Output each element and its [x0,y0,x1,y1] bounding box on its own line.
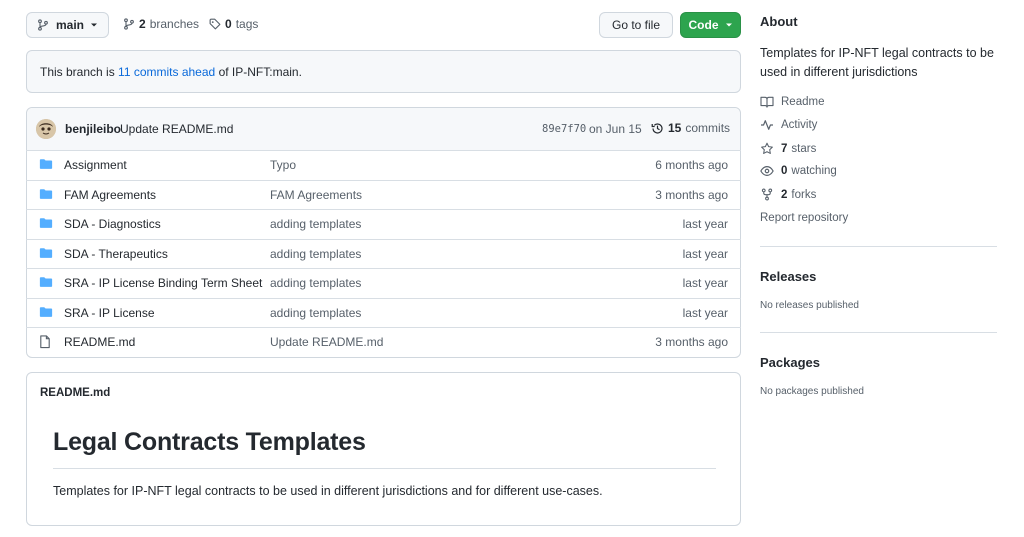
packages-heading[interactable]: Packages [760,355,820,370]
watching-link[interactable]: 0 watching [760,165,837,177]
about-heading: About [760,14,798,29]
commits-history-link[interactable]: 15 commits [651,121,730,135]
forks-link[interactable]: 2 forks [760,188,816,201]
commit-author[interactable]: benjileibo [65,122,121,136]
file-name-link[interactable]: Assignment [64,158,127,172]
file-row[interactable]: SRA - IP License adding templates last yea… [26,297,741,328]
activity-link[interactable]: Activity [760,119,817,131]
file-commit-age: last year [682,305,728,320]
file-icon [39,335,51,349]
report-label: Report repository [760,212,849,224]
commits-ahead-link[interactable]: 11 commits ahead [118,65,215,79]
file-name-link[interactable]: SRA - IP License [64,306,155,320]
commits-count: 15 [668,121,682,135]
releases-heading[interactable]: Releases [760,269,816,284]
commit-message[interactable]: Update README.md [120,122,233,136]
folder-icon [39,276,53,288]
file-commit-age: last year [682,217,728,232]
readme-box: README.md Legal Contracts Templates Temp… [26,372,741,526]
tags-label: tags [235,17,259,31]
sidebar-divider [760,246,997,247]
go-to-file-label: Go to file [611,18,661,32]
history-icon [651,122,664,135]
file-name-link[interactable]: SRA - IP License Binding Term Sheet [64,276,262,290]
file-name-link[interactable]: SDA - Therapeutics [64,247,168,261]
branch-name: main [56,18,85,32]
ahead-suffix: of IP-NFT:main. [218,64,302,79]
sidebar-divider [760,332,997,333]
activity-label: Activity [781,119,818,131]
git-branch-icon [123,18,135,30]
commits-label: commits [685,121,731,135]
readme-body: Templates for IP-NFT legal contracts to … [53,484,603,498]
folder-icon [39,158,53,170]
chevron-down-icon [90,21,98,29]
tags-link[interactable]: 0 tags [209,17,258,31]
avatar[interactable] [36,119,56,139]
fork-icon [760,188,774,201]
stars-label: stars [791,142,817,155]
go-to-file-button[interactable]: Go to file [599,12,673,38]
branches-label: branches [149,17,200,31]
readme-heading: Legal Contracts Templates [53,428,366,456]
file-commit-age: last year [682,276,728,291]
folder-icon [39,247,53,259]
readme-heading-divider [53,468,716,469]
branch-ahead-notice: This branch is 11 commits ahead of IP-NF… [26,50,741,93]
report-repository-link[interactable]: Report repository [760,212,848,224]
releases-note: No releases published [760,300,859,311]
stars-link[interactable]: 7 stars [760,142,816,155]
tags-count: 0 [225,17,232,31]
eye-icon [760,165,774,177]
chevron-down-icon [725,21,733,29]
file-row[interactable]: README.md Update README.md 3 months ago [26,327,741,357]
file-commit-age: 3 months ago [655,187,728,202]
file-commit-message-link[interactable]: adding templates [270,247,361,261]
file-row[interactable]: FAM Agreements FAM Agreements 3 months ago [26,179,741,210]
file-commit-message-link[interactable]: Typo [270,158,296,172]
readme-link[interactable]: Readme [760,96,824,108]
star-icon [760,142,774,155]
folder-icon [39,217,53,229]
file-commit-age: 6 months ago [655,158,728,173]
file-commit-age: 3 months ago [655,335,728,350]
forks-label: forks [791,188,817,201]
file-row[interactable]: SDA - Therapeutics adding templates last y… [26,238,741,269]
git-branch-icon [37,19,49,31]
file-commit-message-link[interactable]: adding templates [270,306,361,320]
stars-count: 7 [781,142,788,155]
branches-count: 2 [139,17,146,31]
file-row[interactable]: Assignment Typo 6 months ago [26,150,741,180]
tag-icon [209,18,221,30]
watching-label: watching [791,165,837,177]
file-name-link[interactable]: FAM Agreements [64,188,156,202]
file-commit-message-link[interactable]: adding templates [270,217,361,231]
file-commit-message-link[interactable]: FAM Agreements [270,188,362,202]
watching-count: 0 [781,165,788,177]
latest-commit-bar: benjileibo Update README.md 89e7f70 on J… [27,108,740,150]
file-commit-message-link[interactable]: adding templates [270,276,361,290]
code-label: Code [688,18,719,32]
file-row[interactable]: SDA - Diagnostics adding templates last ye… [26,209,741,239]
folder-icon [39,188,53,200]
file-name-link[interactable]: README.md [64,335,135,349]
file-commit-message-link[interactable]: Update README.md [270,335,383,349]
file-name-link[interactable]: SDA - Diagnostics [64,217,161,231]
branch-selector-button[interactable]: main [26,12,109,38]
pulse-icon [760,119,774,131]
readme-label: Readme [781,96,825,108]
file-row[interactable]: SRA - IP License Binding Term Sheet addin… [26,268,741,298]
branches-link[interactable]: 2 branches [123,17,199,31]
code-button[interactable]: Code [680,12,741,38]
forks-count: 2 [781,188,788,201]
ahead-prefix: This branch is [40,64,115,79]
readme-filename[interactable]: README.md [40,387,110,399]
packages-note: No packages published [760,386,864,397]
commit-date: on Jun 15 [589,122,642,136]
file-commit-age: last year [682,246,728,261]
book-icon [760,96,774,108]
folder-icon [39,306,53,318]
commit-sha[interactable]: 89e7f70 [542,123,586,135]
about-description: Templates for IP-NFT legal contracts to … [760,46,994,79]
